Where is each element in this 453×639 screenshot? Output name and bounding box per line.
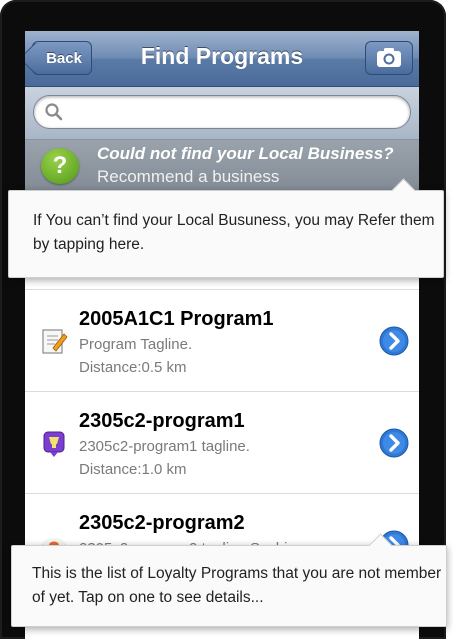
program-distance: Distance:1.0 km <box>79 461 187 478</box>
recommend-title: Could not find your Local Business? <box>97 144 394 163</box>
chevron-right-icon[interactable] <box>379 428 409 458</box>
search-bar <box>25 87 419 140</box>
recommend-hint-text: If You can’t find your Local Busuness, y… <box>33 212 435 253</box>
search-icon <box>45 103 63 121</box>
recommend-subtitle: Recommend a business <box>97 167 280 186</box>
page-title: Find Programs <box>140 43 304 69</box>
program-distance: Distance:0.5 km <box>79 359 187 376</box>
camera-icon <box>377 48 401 67</box>
program-tagline: 2305c2-program1 tagline. <box>79 438 250 455</box>
program-tagline: Program Tagline. <box>79 336 193 353</box>
navigation-bar: Back Find Programs <box>25 31 419 87</box>
list-hint-tooltip: This is the list of Loyalty Programs tha… <box>11 533 447 627</box>
recommend-business-row[interactable]: ? Could not find your Local Business? Re… <box>25 140 419 192</box>
back-button-label: Back <box>46 49 82 67</box>
notepad-pencil-icon <box>42 329 68 354</box>
chevron-right-icon[interactable] <box>379 326 409 356</box>
program-title: 2305c2-program1 <box>79 410 245 432</box>
question-icon: ? <box>41 148 79 184</box>
search-input[interactable] <box>68 100 402 126</box>
trophy-badge-icon <box>43 431 65 457</box>
program-row[interactable]: 2305c2-program1 2305c2-program1 tagline.… <box>25 391 419 493</box>
back-button[interactable]: Back <box>32 41 92 75</box>
recommend-hint-tooltip: If You can’t find your Local Busuness, y… <box>8 178 444 278</box>
program-title: 2005A1C1 Program1 <box>79 308 274 330</box>
camera-button[interactable] <box>365 41 413 75</box>
program-row[interactable]: 2005A1C1 Program1 Program Tagline. Dista… <box>25 289 419 391</box>
program-title: 2305c2-program2 <box>79 512 245 534</box>
list-hint-text: This is the list of Loyalty Programs tha… <box>32 565 442 606</box>
search-field[interactable] <box>33 95 411 129</box>
